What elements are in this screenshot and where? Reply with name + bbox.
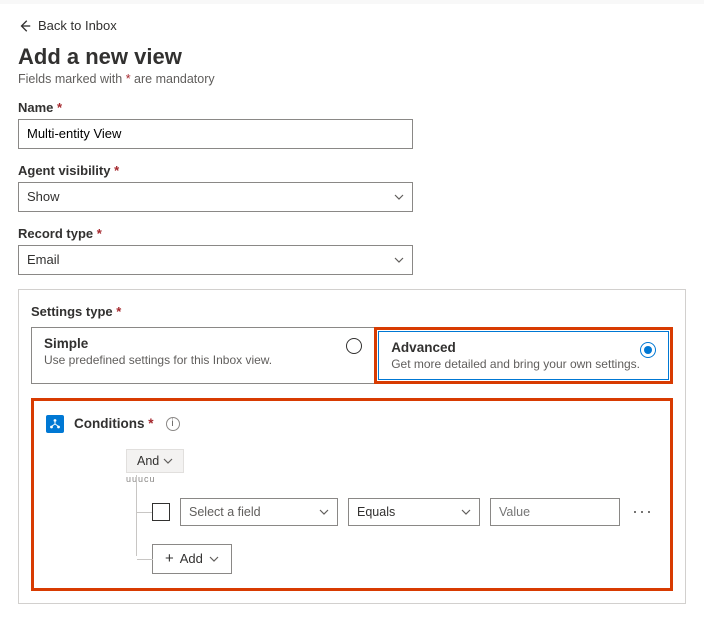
advanced-title: Advanced <box>391 340 640 355</box>
record-type-value: Email <box>27 252 60 267</box>
agent-visibility-select[interactable]: Show <box>18 182 413 212</box>
page-title: Add a new view <box>18 44 686 70</box>
settings-type-label: Settings type * <box>31 304 673 319</box>
back-arrow-icon <box>18 19 32 33</box>
agent-visibility-label: Agent visibility * <box>18 163 686 178</box>
name-label: Name * <box>18 100 686 115</box>
chevron-down-icon <box>394 255 404 265</box>
settings-type-simple-option[interactable]: Simple Use predefined settings for this … <box>31 327 374 384</box>
back-link-text: Back to Inbox <box>38 18 117 33</box>
plus-icon: + <box>165 550 174 567</box>
condition-row: Select a field Equals ··· <box>152 498 658 526</box>
operator-label: And <box>137 454 159 468</box>
tree-connector <box>136 475 137 556</box>
settings-panel: Settings type * Simple Use predefined se… <box>18 289 686 604</box>
decorative-text: uuucu <box>126 474 658 484</box>
condition-more-menu[interactable]: ··· <box>630 501 655 522</box>
radio-unchecked-icon <box>346 338 362 354</box>
condition-checkbox[interactable] <box>152 503 170 521</box>
radio-checked-icon <box>640 342 656 358</box>
condition-operator-select[interactable]: Equals <box>348 498 480 526</box>
conditions-section: Conditions * i And uuucu Select a field <box>31 398 673 591</box>
settings-type-advanced-option[interactable]: Advanced Get more detailed and bring you… <box>378 331 669 380</box>
record-type-label: Record type * <box>18 226 686 241</box>
name-input[interactable] <box>18 119 413 149</box>
add-label: Add <box>180 551 203 566</box>
record-type-select[interactable]: Email <box>18 245 413 275</box>
simple-desc: Use predefined settings for this Inbox v… <box>44 353 272 367</box>
info-icon[interactable]: i <box>166 417 180 431</box>
conditions-icon <box>46 415 64 433</box>
condition-value-input[interactable] <box>490 498 620 526</box>
condition-field-select[interactable]: Select a field <box>180 498 338 526</box>
simple-title: Simple <box>44 336 272 351</box>
chevron-down-icon <box>163 456 173 466</box>
conditions-title: Conditions * <box>74 416 154 431</box>
back-to-inbox-link[interactable]: Back to Inbox <box>18 18 117 33</box>
add-condition-button[interactable]: + Add <box>152 544 232 574</box>
advanced-desc: Get more detailed and bring your own set… <box>391 357 640 371</box>
chevron-down-icon <box>461 507 471 517</box>
chevron-down-icon <box>394 192 404 202</box>
chevron-down-icon <box>319 507 329 517</box>
condition-group-operator[interactable]: And <box>126 449 184 473</box>
mandatory-note: Fields marked with * are mandatory <box>18 72 686 86</box>
chevron-down-icon <box>209 554 219 564</box>
agent-visibility-value: Show <box>27 189 60 204</box>
